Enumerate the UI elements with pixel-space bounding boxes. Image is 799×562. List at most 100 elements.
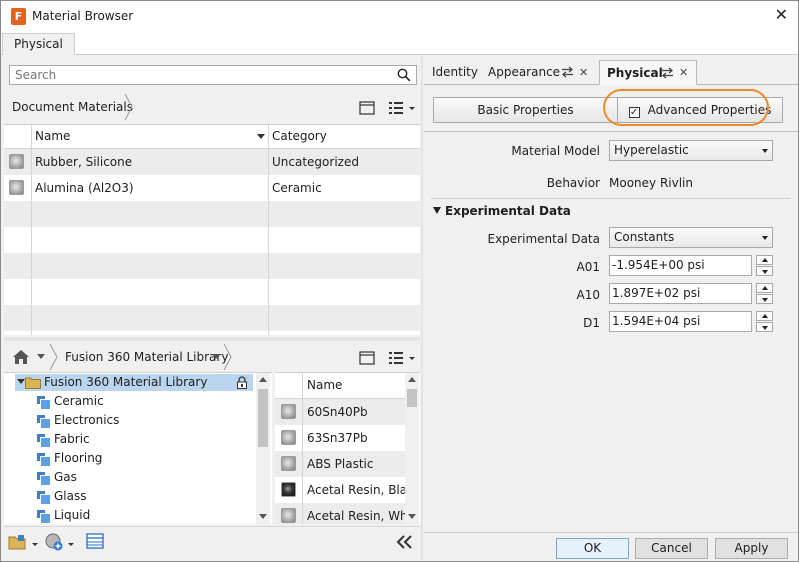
decrement-icon[interactable]: [756, 322, 773, 332]
chevron-down-icon[interactable]: [37, 354, 45, 360]
breadcrumb-chevron-icon: [223, 343, 232, 371]
material-model-label: Material Model: [511, 144, 600, 158]
open-library-icon[interactable]: [8, 533, 42, 551]
column-divider: [268, 149, 269, 335]
tab-physical[interactable]: Physical ✕: [599, 60, 697, 85]
decrement-icon[interactable]: [756, 294, 773, 304]
library-material-list: Name 60Sn40Pb 63Sn37Pb ABS Plastic Aceta…: [275, 372, 420, 524]
collapse-panel-icon[interactable]: [396, 535, 412, 549]
sort-down-icon[interactable]: [257, 134, 265, 140]
breadcrumb-chevron-icon: [124, 93, 133, 121]
ok-button[interactable]: OK: [556, 538, 629, 559]
home-icon[interactable]: [12, 349, 30, 365]
list-name-header[interactable]: Name: [303, 373, 405, 399]
tab-physical-top[interactable]: Physical: [2, 33, 75, 55]
tree-scroll-thumb[interactable]: [258, 389, 268, 447]
tree-item-liquid[interactable]: Liquid: [54, 506, 90, 524]
table-row[interactable]: Alumina (Al2O3) Ceramic: [4, 175, 420, 201]
list-view-options-icon[interactable]: [388, 101, 416, 115]
list-item-name: ABS Plastic: [307, 457, 374, 471]
tree-item-ceramic[interactable]: Ceramic: [54, 392, 104, 411]
increment-icon[interactable]: [756, 255, 773, 265]
panel-view-icon[interactable]: [359, 101, 375, 115]
row-category: Ceramic: [272, 181, 322, 195]
list-view-options-icon[interactable]: [388, 351, 416, 365]
tree-root-item[interactable]: Fusion 360 Material Library: [44, 373, 207, 392]
tree-item-glass[interactable]: Glass: [54, 487, 87, 506]
experimental-data-value: Constants: [614, 230, 675, 244]
d1-field[interactable]: 1.594E+04 psi: [609, 311, 752, 332]
empty-row: [4, 305, 420, 331]
experimental-data-section[interactable]: Experimental Data: [433, 204, 571, 218]
panel-divider[interactable]: [421, 56, 423, 561]
basic-properties-button[interactable]: Basic Properties: [433, 97, 618, 123]
close-icon[interactable]: ✕: [775, 6, 788, 24]
search-input[interactable]: [10, 66, 390, 84]
close-tab-icon[interactable]: ✕: [679, 61, 688, 85]
tab-identity[interactable]: Identity: [432, 60, 478, 85]
experimental-data-select[interactable]: Constants: [609, 227, 773, 248]
create-material-icon[interactable]: [44, 532, 78, 552]
material-editor-icon[interactable]: [86, 533, 104, 549]
a01-field[interactable]: -1.954E+00 psi: [609, 255, 752, 276]
scroll-down-icon[interactable]: [259, 514, 267, 520]
tree-item-flooring[interactable]: Flooring: [54, 449, 102, 468]
tree-item-fabric[interactable]: Fabric: [54, 430, 90, 449]
material-model-select[interactable]: Hyperelastic: [609, 140, 773, 161]
fusion-app-icon: F: [11, 8, 26, 25]
material-swatch-icon: [281, 456, 296, 471]
a10-label: A10: [576, 288, 600, 302]
material-swatch-icon: [281, 430, 296, 445]
list-item[interactable]: 63Sn37Pb: [275, 425, 405, 451]
scroll-up-icon[interactable]: [259, 377, 267, 383]
document-materials-crumb[interactable]: Document Materials: [12, 92, 133, 122]
a10-field[interactable]: 1.897E+02 psi: [609, 283, 752, 304]
name-column-header[interactable]: Name: [32, 125, 269, 149]
expand-triangle-icon[interactable]: [17, 379, 25, 385]
cancel-button[interactable]: Cancel: [635, 538, 708, 559]
pane-splitter[interactable]: [4, 337, 420, 341]
advanced-properties-label: Advanced Properties: [647, 103, 772, 117]
list-item[interactable]: Acetal Resin, White: [275, 503, 405, 524]
library-crumb[interactable]: Fusion 360 Material Library: [65, 342, 228, 372]
section-divider: [424, 131, 798, 132]
material-browser-window: F Material Browser ✕ Physical Document M…: [0, 0, 799, 562]
advanced-properties-button[interactable]: ✓ Advanced Properties: [617, 97, 783, 123]
d1-stepper[interactable]: [756, 311, 773, 332]
a01-stepper[interactable]: [756, 255, 773, 276]
category-column-header[interactable]: Category: [269, 125, 420, 149]
apply-button[interactable]: Apply: [715, 538, 788, 559]
scroll-down-icon[interactable]: [408, 514, 416, 520]
swap-icon[interactable]: [661, 67, 674, 79]
tree-item-gas[interactable]: Gas: [54, 468, 77, 487]
collapse-triangle-icon: [433, 207, 441, 214]
search-icon[interactable]: [397, 68, 411, 82]
close-tab-icon[interactable]: ✕: [579, 66, 588, 79]
icon-column-header: [4, 125, 32, 149]
material-swatch-icon: [281, 404, 296, 419]
list-item-name: Acetal Resin, Black: [307, 483, 405, 497]
a01-label: A01: [576, 260, 600, 274]
table-row[interactable]: Rubber, Silicone Uncategorized: [4, 149, 420, 175]
name-header-label: Name: [35, 129, 71, 143]
increment-icon[interactable]: [756, 311, 773, 321]
swap-icon[interactable]: [561, 66, 574, 78]
list-item[interactable]: Acetal Resin, Black: [275, 477, 405, 503]
folder-icon: [25, 377, 41, 389]
list-item[interactable]: ABS Plastic: [275, 451, 405, 477]
list-scroll-thumb[interactable]: [407, 389, 417, 407]
list-scrollbar[interactable]: [405, 373, 419, 524]
row-name: Alumina (Al2O3): [35, 181, 134, 195]
tree-item-electronics[interactable]: Electronics: [54, 411, 119, 430]
tab-appearance[interactable]: Appearance: [488, 60, 560, 85]
decrement-icon[interactable]: [756, 266, 773, 276]
right-tab-strip: Identity Appearance ✕ Physical ✕: [424, 56, 798, 85]
increment-icon[interactable]: [756, 283, 773, 293]
scroll-up-icon[interactable]: [408, 377, 416, 383]
panel-view-icon[interactable]: [359, 351, 375, 365]
tree-scrollbar[interactable]: [256, 373, 270, 524]
a10-stepper[interactable]: [756, 283, 773, 304]
list-item[interactable]: 60Sn40Pb: [275, 399, 405, 425]
advanced-properties-checkbox[interactable]: ✓: [628, 107, 640, 118]
chevron-down-icon[interactable]: [212, 354, 220, 360]
